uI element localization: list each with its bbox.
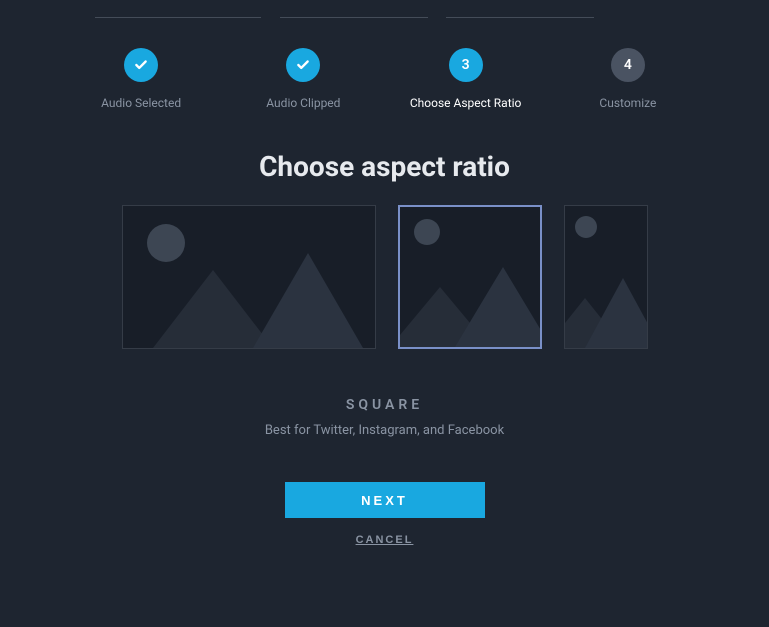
step-choose-aspect-ratio: 3 Choose Aspect Ratio — [385, 48, 547, 110]
selected-option-name: SQUARE — [120, 397, 650, 413]
step-connector — [280, 17, 428, 18]
placeholder-sun-icon — [575, 216, 597, 238]
step-connector — [95, 17, 261, 18]
step-circle — [124, 48, 158, 82]
placeholder-sun-icon — [414, 219, 440, 245]
aspect-option-portrait[interactable] — [564, 205, 648, 349]
aspect-ratio-options — [120, 205, 650, 349]
step-circle: 4 — [611, 48, 645, 82]
step-customize: 4 Customize — [547, 48, 709, 110]
step-audio-selected: Audio Selected — [60, 48, 222, 110]
placeholder-mountain-icon — [253, 253, 363, 348]
content: Choose aspect ratio SQUARE Best for Twit… — [120, 150, 650, 546]
placeholder-mountain-icon — [585, 278, 648, 348]
actions: NEXT CANCEL — [120, 482, 650, 546]
step-circle: 3 — [449, 48, 483, 82]
step-label: Audio Selected — [101, 96, 181, 110]
step-audio-clipped: Audio Clipped — [222, 48, 384, 110]
check-icon — [296, 58, 310, 72]
step-connector — [446, 17, 594, 18]
selected-option-description: Best for Twitter, Instagram, and Faceboo… — [120, 423, 650, 438]
next-button[interactable]: NEXT — [285, 482, 485, 518]
placeholder-sun-icon — [147, 224, 185, 262]
step-label: Audio Clipped — [266, 96, 340, 110]
stepper: Audio Selected Audio Clipped 3 Choose As… — [0, 0, 769, 110]
placeholder-mountain-icon — [455, 267, 542, 347]
page-title: Choose aspect ratio — [120, 150, 650, 183]
step-label: Customize — [599, 96, 656, 110]
aspect-option-square[interactable] — [398, 205, 542, 349]
step-label: Choose Aspect Ratio — [410, 96, 522, 110]
check-icon — [134, 58, 148, 72]
step-circle — [286, 48, 320, 82]
aspect-option-landscape[interactable] — [122, 205, 376, 349]
cancel-button[interactable]: CANCEL — [356, 534, 414, 546]
